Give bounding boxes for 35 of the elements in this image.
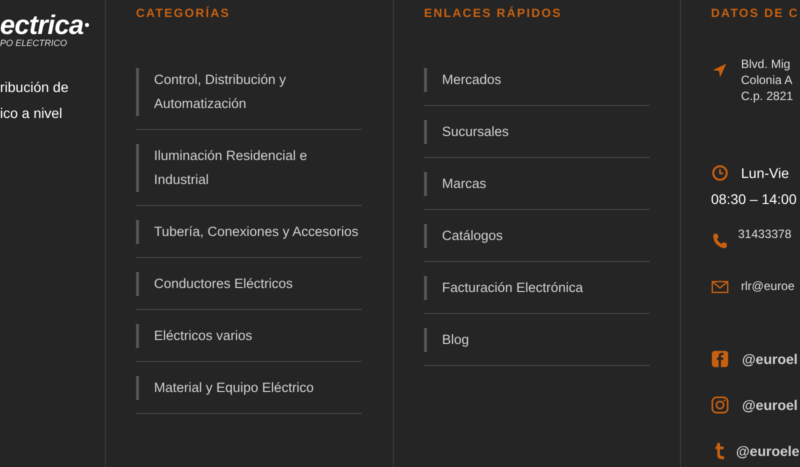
email-link[interactable]: rlr@euroe [741, 278, 795, 294]
social-link[interactable]: @euroel [742, 397, 798, 413]
footer-link[interactable]: Conductores Eléctricos [136, 272, 362, 296]
footer-link[interactable]: Tubería, Conexiones y Accesorios [136, 220, 362, 244]
logo-dot-icon [84, 23, 89, 27]
footer-link[interactable]: Material y Equipo Eléctrico [136, 376, 362, 400]
address-text: C.p. 2821 [741, 88, 794, 104]
footer-link[interactable]: Iluminación Residencial e Industrial [136, 144, 362, 192]
hours-text: 08:30 – 14:00 [711, 190, 797, 209]
description-text: ribución de [0, 78, 70, 97]
footer-link[interactable]: Sucursales [424, 120, 650, 144]
footer-link[interactable]: Eléctricos varios [136, 324, 362, 348]
section-heading: DATOS DE C [711, 5, 800, 21]
phone-icon [711, 232, 729, 250]
footer-link[interactable]: Mercados [424, 68, 650, 92]
phone-number: 31433378 [738, 226, 792, 242]
social-link[interactable]: @euroel [742, 351, 798, 367]
social-link[interactable]: @euroele [736, 443, 800, 459]
clock-icon [711, 164, 729, 182]
address-text: Blvd. Mig [741, 56, 792, 72]
description-text: ico a nivel [0, 104, 64, 123]
footer-link[interactable]: Marcas [424, 172, 650, 196]
logo-tagline: PO ELECTRICO [0, 38, 68, 48]
section-heading: ENLACES RÁPIDOS [424, 5, 563, 21]
footer-link[interactable]: Control, Distribución y Automatización [136, 68, 362, 116]
footer-link[interactable]: Blog [424, 328, 650, 352]
mail-icon [711, 278, 729, 296]
instagram-icon [711, 396, 729, 414]
hours-text: Lun-Vie [741, 164, 790, 183]
address-text: Colonia A [741, 72, 794, 88]
section-heading: CATEGORÍAS [136, 5, 232, 21]
footer-link[interactable]: Catálogos [424, 224, 650, 248]
logo-text: ectrica [0, 12, 84, 38]
footer-link[interactable]: Facturación Electrónica [424, 276, 650, 300]
facebook-icon [711, 350, 729, 368]
